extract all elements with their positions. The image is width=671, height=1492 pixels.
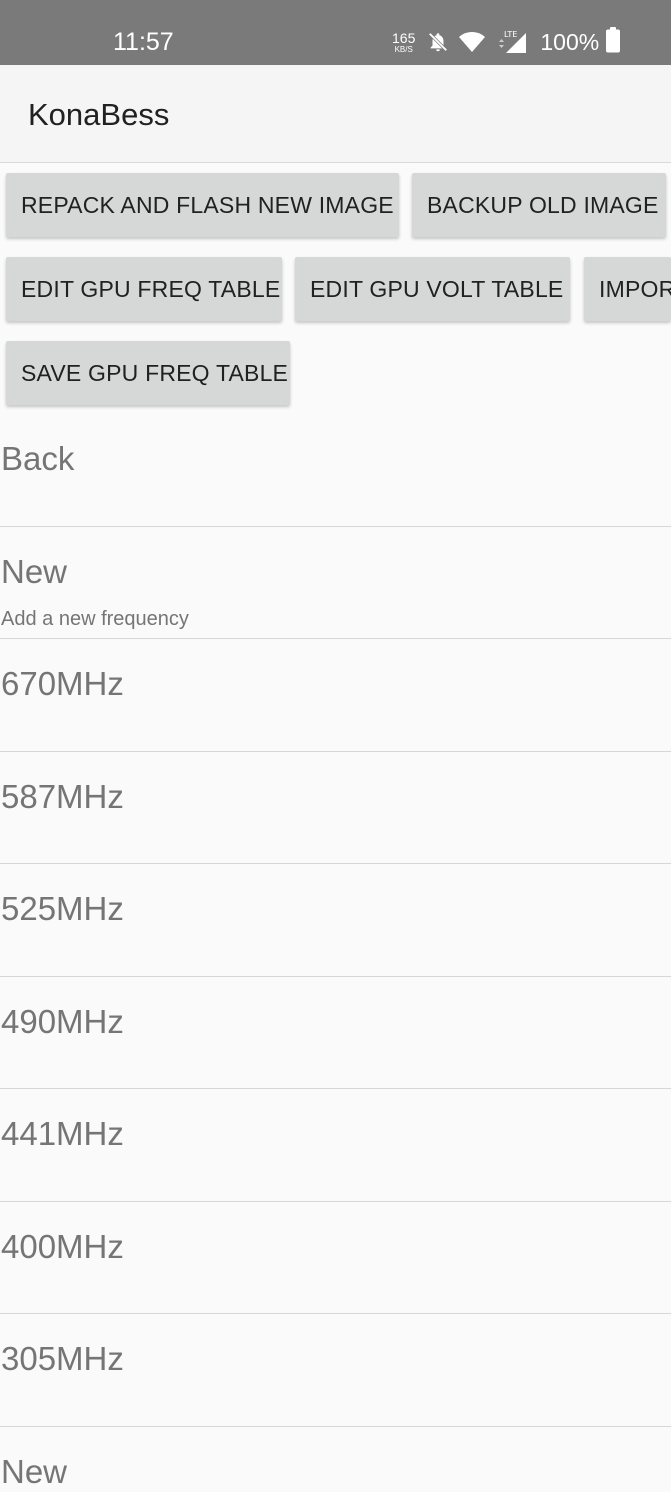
list-item-title: 305MHz	[1, 1340, 124, 1377]
list-item-new[interactable]: New Add a new frequency	[0, 527, 671, 639]
bell-off-icon	[427, 31, 449, 53]
list-item-frequency[interactable]: 587MHz	[0, 752, 671, 864]
lte-label: LTE	[504, 30, 517, 39]
edit-gpu-freq-table-button[interactable]: EDIT GPU FREQ TABLE	[6, 257, 282, 321]
app-bar: KonaBess	[0, 65, 671, 163]
network-speed-unit: KB/S	[394, 44, 413, 54]
list-item-title: 587MHz	[1, 777, 124, 815]
list-item-subtitle: Add a new frequency	[1, 607, 189, 630]
wifi-icon	[458, 31, 486, 53]
list-item-title: New	[1, 552, 68, 590]
list-item-title: Back	[1, 440, 75, 477]
network-speed-value: 165	[392, 29, 416, 46]
battery-percent: 100%	[540, 28, 600, 55]
status-time: 11:57	[113, 28, 174, 56]
list-item-title: 525MHz	[1, 890, 124, 927]
network-speed: 165 KB/S	[392, 31, 415, 54]
edit-gpu-volt-table-button[interactable]: EDIT GPU VOLT TABLE	[295, 257, 570, 321]
list-item-title: New	[1, 1452, 68, 1490]
list-item-frequency[interactable]: 400MHz	[0, 1202, 671, 1314]
backup-old-image-button[interactable]: BACKUP OLD IMAGE	[412, 173, 666, 237]
status-bar: 11:57 165 KB/S LTE 100%	[0, 0, 671, 65]
list-item-frequency[interactable]: 670MHz	[0, 639, 671, 752]
battery-icon	[605, 26, 621, 58]
list-item-frequency[interactable]: 305MHz	[0, 1314, 671, 1427]
frequency-list: Back New Add a new frequency 670MHz 587M…	[0, 414, 671, 1492]
list-item-title: 490MHz	[1, 1002, 124, 1040]
import-button[interactable]: IMPOR	[584, 257, 671, 321]
app-title: KonaBess	[28, 97, 170, 132]
lte-signal-icon: LTE	[495, 29, 529, 55]
list-item-frequency[interactable]: 525MHz	[0, 864, 671, 977]
list-item-new[interactable]: New	[0, 1427, 671, 1492]
list-item-title: 441MHz	[1, 1115, 124, 1152]
save-gpu-freq-table-button[interactable]: SAVE GPU FREQ TABLE	[6, 341, 290, 405]
list-item-title: 400MHz	[1, 1227, 124, 1265]
list-item-frequency[interactable]: 441MHz	[0, 1089, 671, 1202]
list-item-frequency[interactable]: 490MHz	[0, 977, 671, 1089]
status-icons: 165 KB/S LTE 100%	[392, 26, 621, 58]
list-item-title: 670MHz	[1, 665, 124, 702]
repack-and-flash-button[interactable]: REPACK AND FLASH NEW IMAGE	[6, 173, 399, 237]
list-item-back[interactable]: Back	[0, 414, 671, 527]
